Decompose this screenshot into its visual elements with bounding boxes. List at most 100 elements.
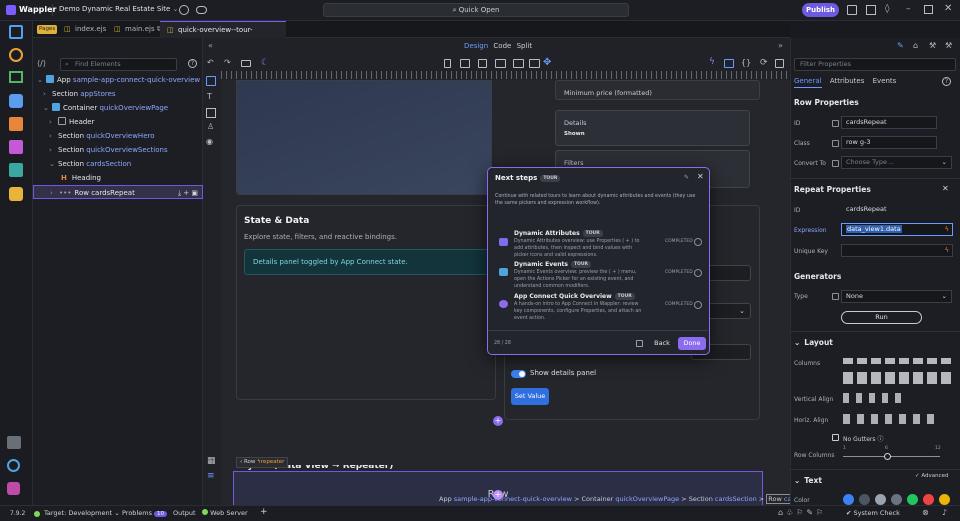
tab-quick-overview[interactable]: ◫quick-overview--tour-manual.html× bbox=[160, 21, 286, 51]
bind-icon[interactable] bbox=[832, 293, 839, 300]
eye-icon[interactable]: ◉ bbox=[206, 137, 213, 146]
bot-icon[interactable] bbox=[9, 187, 23, 201]
text-tool-icon[interactable]: T bbox=[207, 92, 212, 101]
expression-input[interactable]: data_view1.data ϟ bbox=[841, 223, 953, 236]
convert-select[interactable]: Choose Type .. ⌄ bbox=[841, 156, 952, 169]
set-value-button[interactable]: Set Value bbox=[511, 388, 549, 405]
tree-node-section-cards[interactable]: ⌄ Section cardsSection bbox=[33, 157, 203, 171]
color-swatch[interactable] bbox=[859, 494, 870, 505]
settings-icon[interactable] bbox=[179, 5, 189, 15]
close-repeat-icon[interactable]: ✕ bbox=[942, 184, 949, 193]
lines-icon[interactable]: ≡ bbox=[207, 471, 215, 481]
tour-item-title[interactable]: Dynamic Attributes TOUR bbox=[514, 230, 603, 237]
device-desktop-icon[interactable] bbox=[513, 59, 524, 68]
collapse-panel-icon[interactable]: « bbox=[208, 41, 213, 50]
add-element-icon[interactable]: + bbox=[493, 416, 503, 426]
workflow-icon[interactable] bbox=[9, 71, 23, 83]
device-watch-icon[interactable] bbox=[444, 59, 451, 68]
expand-panel-icon[interactable]: » bbox=[778, 41, 783, 50]
pages-icon[interactable] bbox=[9, 25, 23, 39]
crumb-app[interactable]: App sample-app-connect-quick-overview bbox=[439, 495, 572, 503]
app-connect-icon[interactable] bbox=[724, 59, 734, 68]
tree-node-section-appstores[interactable]: › Section appStores bbox=[33, 87, 203, 101]
color-swatch[interactable] bbox=[891, 494, 902, 505]
project-selector[interactable]: Demo Dynamic Real Estate Site ⌄ bbox=[59, 5, 178, 13]
tab-events[interactable]: Events bbox=[873, 77, 897, 85]
tour-item-title[interactable]: App Connect Quick Overview TOUR bbox=[514, 293, 635, 300]
brush-icon[interactable]: ⌂ bbox=[913, 41, 918, 50]
row-columns-slider[interactable]: 1 6 12 bbox=[843, 446, 943, 462]
box-tool-icon[interactable] bbox=[206, 108, 216, 118]
details-toggle[interactable] bbox=[511, 370, 526, 378]
bootstrap-icon[interactable]: ⚒ bbox=[929, 41, 936, 50]
bell-icon[interactable]: ⊗ bbox=[922, 508, 929, 517]
web-server-button[interactable]: Web Server bbox=[202, 509, 248, 517]
database-icon[interactable] bbox=[9, 94, 23, 108]
tree-node-row[interactable]: › ••• Row cardsRepeat ⤓ + ▣ bbox=[33, 185, 203, 199]
split-mode-button[interactable]: Split bbox=[517, 42, 533, 50]
bind-icon[interactable] bbox=[832, 120, 839, 127]
horiz-align-options[interactable] bbox=[843, 414, 938, 424]
layout-icon[interactable] bbox=[847, 5, 857, 15]
repeat-id-input[interactable]: cardsRepeat bbox=[841, 203, 952, 216]
bind-icon[interactable] bbox=[832, 140, 839, 147]
extensions-icon[interactable] bbox=[7, 436, 21, 449]
crumb-container[interactable]: Container quickOverviewPage bbox=[582, 495, 680, 503]
camera-icon[interactable] bbox=[241, 60, 251, 67]
type-select[interactable]: None ⌄ bbox=[841, 290, 952, 303]
lightning-icon[interactable]: ϟ bbox=[945, 245, 949, 256]
minimize-icon[interactable]: – bbox=[906, 4, 911, 14]
help-icon[interactable]: ? bbox=[188, 59, 197, 68]
element-search-input[interactable]: ⌕ Find Elements bbox=[60, 58, 177, 71]
device-phone-icon[interactable] bbox=[460, 59, 470, 68]
class-input[interactable]: row g-3 bbox=[841, 136, 937, 149]
publish-button[interactable]: Publish bbox=[802, 3, 839, 17]
device-wide-icon[interactable] bbox=[529, 59, 540, 68]
open-browser-icon[interactable] bbox=[775, 59, 784, 68]
settings-gear-icon[interactable] bbox=[7, 459, 20, 472]
system-check-button[interactable]: ✔ System Check bbox=[846, 509, 900, 517]
tree-node-section-sections[interactable]: › Section quickOverviewSections bbox=[33, 143, 203, 157]
lightning-icon[interactable]: ϟ bbox=[709, 57, 715, 67]
assets-icon[interactable]: ⚒ bbox=[945, 41, 952, 50]
code-toggle-icon[interactable]: ⟨/⟩ bbox=[37, 59, 46, 68]
no-gutters-checkbox[interactable] bbox=[832, 434, 839, 441]
maximize-icon[interactable] bbox=[924, 5, 933, 14]
tab-index[interactable]: ◫ index.ejs bbox=[57, 21, 112, 38]
color-swatch[interactable] bbox=[923, 494, 934, 505]
color-swatch[interactable] bbox=[875, 494, 886, 505]
color-swatch[interactable] bbox=[907, 494, 918, 505]
close-icon[interactable]: ✕ bbox=[944, 3, 952, 14]
status-icons[interactable]: ⌂♧⚐✎⚐ bbox=[778, 508, 826, 517]
moon-icon[interactable]: ☾ bbox=[261, 58, 269, 68]
tree-node-app[interactable]: ⌄ App sample-app-connect-quick-overview bbox=[33, 73, 203, 87]
bind-icon[interactable] bbox=[832, 160, 839, 167]
tour-item-title[interactable]: Dynamic Events TOUR bbox=[514, 261, 591, 268]
add-terminal-icon[interactable]: + bbox=[260, 507, 268, 517]
pointer-tool-icon[interactable] bbox=[206, 76, 216, 86]
grid-view-icon[interactable]: ▦ bbox=[207, 456, 216, 466]
unique-key-input[interactable]: ϟ bbox=[841, 244, 953, 257]
close-dialog-icon[interactable]: ✕ bbox=[697, 172, 704, 181]
tree-node-section-hero[interactable]: › Section quickOverviewHero bbox=[33, 129, 203, 143]
refresh-icon[interactable]: ⟳ bbox=[760, 58, 768, 68]
slider-knob[interactable] bbox=[883, 453, 891, 460]
row-actions[interactable]: ⤓ + ▣ bbox=[178, 186, 198, 200]
move-icon[interactable]: ✥ bbox=[543, 57, 551, 68]
advanced-toggle[interactable]: ✓ Advanced bbox=[915, 473, 949, 479]
api-icon[interactable] bbox=[9, 117, 23, 131]
color-swatch[interactable] bbox=[843, 494, 854, 505]
properties-help-icon[interactable]: ? bbox=[942, 77, 951, 86]
filter-properties-input[interactable]: Filter Properties bbox=[794, 58, 956, 71]
tab-attributes[interactable]: Attributes bbox=[830, 77, 865, 85]
back-button[interactable]: Back bbox=[651, 337, 673, 350]
tab-general[interactable]: General bbox=[794, 77, 822, 88]
edit-icon[interactable]: ✎ bbox=[897, 41, 904, 50]
resources-icon[interactable] bbox=[9, 140, 23, 154]
device-laptop-icon[interactable] bbox=[495, 59, 506, 68]
done-button[interactable]: Done bbox=[678, 337, 706, 350]
tree-node-heading[interactable]: H Heading bbox=[33, 171, 203, 185]
dont-show-checkbox[interactable] bbox=[636, 340, 643, 347]
problems-button[interactable]: Problems 10 bbox=[122, 509, 168, 517]
design-mode-button[interactable]: Design bbox=[464, 42, 488, 50]
